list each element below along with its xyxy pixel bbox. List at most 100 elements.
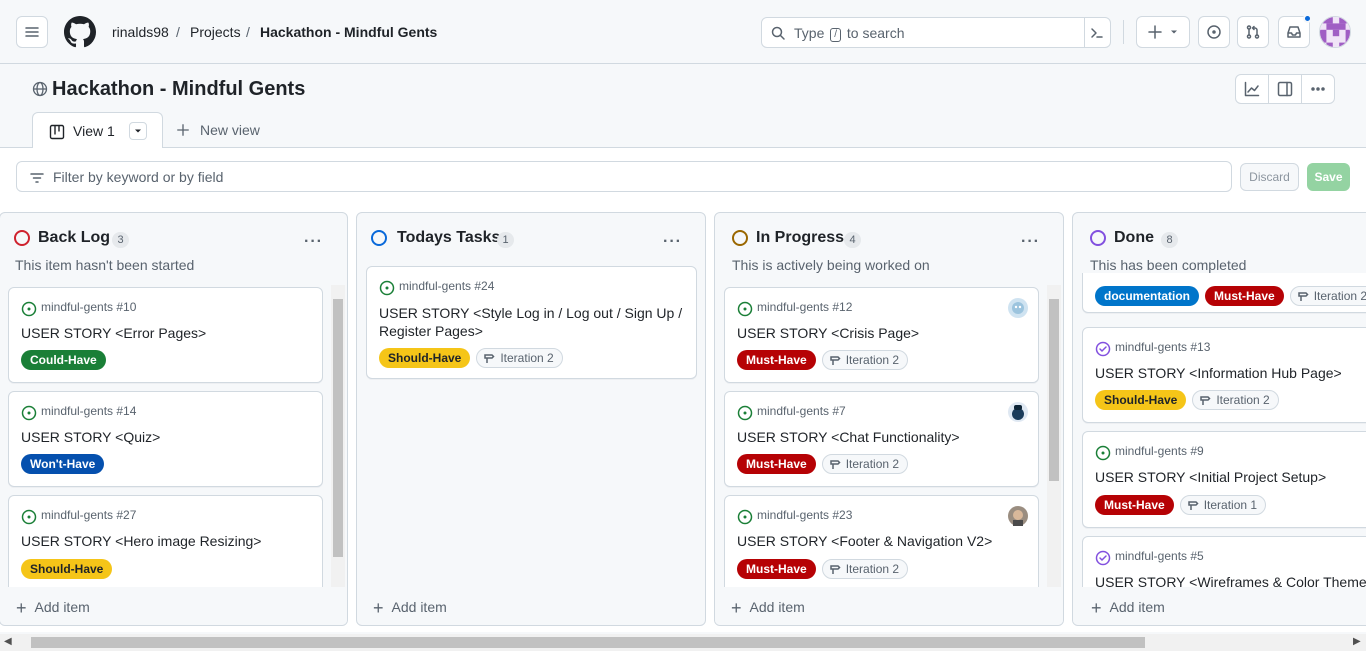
card-title[interactable]: USER STORY <Quiz> [21, 428, 160, 446]
insights-button[interactable] [1235, 74, 1269, 104]
card[interactable]: documentation Must-Have Iteration 2 [1082, 273, 1366, 313]
card[interactable]: mindful-gents #13 USER STORY <Informatio… [1082, 327, 1366, 423]
issues-button[interactable] [1198, 16, 1230, 48]
new-view-button[interactable]: New view [176, 122, 260, 138]
issue-closed-icon [1095, 341, 1111, 357]
column-title: Back Log [38, 229, 111, 246]
save-button[interactable]: Save [1307, 163, 1350, 191]
search-input[interactable]: Type / to search [761, 17, 1111, 48]
issue-opened-icon [379, 280, 395, 296]
iteration-field[interactable]: Iteration 2 [1192, 390, 1279, 410]
card-title[interactable]: USER STORY <Crisis Page> [737, 324, 919, 342]
label-must-have[interactable]: Must-Have [737, 454, 816, 474]
git-pull-request-icon [1246, 25, 1260, 39]
card-ref[interactable]: mindful-gents #27 [41, 508, 136, 522]
search-icon [771, 26, 785, 40]
create-new-button[interactable] [1136, 16, 1190, 48]
card[interactable]: mindful-gents #7 USER STORY <Chat Functi… [724, 391, 1039, 487]
breadcrumb-projects[interactable]: Projects [190, 24, 241, 40]
issue-opened-icon [21, 301, 37, 317]
card-ref[interactable]: mindful-gents #14 [41, 404, 136, 418]
column-menu-icon[interactable]: ··· [663, 233, 682, 251]
card-title[interactable]: USER STORY <Error Pages> [21, 324, 206, 342]
card-title[interactable]: USER STORY <Footer & Navigation V2> [737, 532, 992, 550]
breadcrumb-owner[interactable]: rinalds98 [112, 24, 169, 40]
label-must-have[interactable]: Must-Have [737, 350, 816, 370]
tab-view-1[interactable]: View 1 [32, 112, 163, 149]
menu-button[interactable] [16, 16, 48, 48]
column-menu-icon[interactable]: ··· [1021, 233, 1040, 251]
card[interactable]: mindful-gents #24 USER STORY <Style Log … [366, 266, 697, 379]
column-scrollbar[interactable] [331, 285, 345, 587]
iteration-field[interactable]: Iteration 2 [821, 454, 909, 474]
card-ref[interactable]: mindful-gents #10 [41, 300, 136, 314]
iteration-field[interactable]: Iteration 1 [1179, 495, 1267, 515]
avatar[interactable] [1319, 16, 1351, 48]
scrollbar-thumb[interactable] [31, 637, 1145, 648]
card-ref[interactable]: mindful-gents #5 [1115, 549, 1204, 563]
filter-input[interactable]: Filter by keyword or by field [16, 161, 1232, 192]
horizontal-scrollbar[interactable]: ◀ ▶ [0, 634, 1366, 651]
column-description: This has been completed [1090, 257, 1247, 273]
iteration-field[interactable]: Iteration 2 [821, 350, 909, 370]
assignee-avatar[interactable] [1008, 506, 1028, 526]
assignee-avatar[interactable] [1008, 298, 1028, 318]
column-scrollbar[interactable] [1047, 285, 1061, 587]
command-palette-icon[interactable] [1089, 25, 1105, 41]
card-title-line-1[interactable]: USER STORY <Style Log in / Log out / Sig… [379, 304, 682, 322]
iteration-field[interactable]: Iteration 2 [1289, 286, 1366, 306]
card-ref[interactable]: mindful-gents #13 [1115, 340, 1210, 354]
label-wont-have[interactable]: Won't-Have [21, 454, 105, 474]
pull-requests-button[interactable] [1237, 16, 1269, 48]
issue-opened-icon [1095, 445, 1111, 461]
label-could-have[interactable]: Could-Have [21, 350, 106, 370]
discard-button[interactable]: Discard [1240, 163, 1299, 191]
iterations-icon [829, 565, 841, 574]
column-count: 4 [844, 232, 861, 248]
card-ref[interactable]: mindful-gents #7 [757, 404, 846, 418]
label-must-have[interactable]: Must-Have [737, 559, 816, 579]
breadcrumb-separator: / [176, 24, 180, 40]
column-title: In Progress [756, 229, 845, 246]
add-item-button[interactable]: + Add item [731, 598, 805, 619]
project-menu-button[interactable] [1301, 74, 1335, 104]
label-must-have[interactable]: Must-Have [1205, 286, 1284, 306]
tab-options-button[interactable] [129, 122, 147, 140]
assignee-avatar[interactable] [1008, 402, 1028, 422]
card-title[interactable]: USER STORY <Information Hub Page> [1095, 364, 1342, 382]
card-title[interactable]: USER STORY <Chat Functionality> [737, 428, 960, 446]
label-documentation[interactable]: documentation [1095, 286, 1199, 306]
project-details-button[interactable] [1268, 74, 1302, 104]
column-in-progress: In Progress 4 ··· This is actively being… [714, 212, 1064, 626]
card-title[interactable]: USER STORY <Hero image Resizing> [21, 532, 261, 550]
scroll-right-arrow-icon[interactable]: ▶ [1353, 636, 1361, 647]
iterations-icon [1187, 501, 1199, 510]
card-ref[interactable]: mindful-gents #24 [399, 279, 494, 293]
card-title[interactable]: USER STORY <Initial Project Setup> [1095, 468, 1326, 486]
label-must-have[interactable]: Must-Have [1095, 495, 1174, 515]
add-item-button[interactable]: + Add item [373, 598, 447, 619]
card[interactable]: mindful-gents #14 USER STORY <Quiz> Won'… [8, 391, 323, 487]
card-ref[interactable]: mindful-gents #9 [1115, 444, 1204, 458]
sidebar-expand-icon [1277, 81, 1293, 97]
add-item-button[interactable]: + Add item [1091, 598, 1165, 619]
graph-icon [1244, 81, 1260, 97]
iteration-field[interactable]: Iteration 2 [476, 348, 563, 368]
card-ref[interactable]: mindful-gents #23 [757, 508, 852, 522]
card[interactable]: mindful-gents #10 USER STORY <Error Page… [8, 287, 323, 383]
add-item-button[interactable]: + Add item [16, 598, 90, 619]
scroll-left-arrow-icon[interactable]: ◀ [4, 636, 12, 647]
plus-icon [177, 124, 189, 136]
label-should-have[interactable]: Should-Have [21, 559, 113, 579]
card-title-line-2[interactable]: Register Pages> [379, 322, 483, 340]
breadcrumb-project[interactable]: Hackathon - Mindful Gents [260, 24, 437, 40]
card[interactable]: mindful-gents #12 USER STORY <Crisis Pag… [724, 287, 1039, 383]
column-menu-icon[interactable]: ··· [304, 233, 323, 251]
card-ref[interactable]: mindful-gents #12 [757, 300, 852, 314]
github-logo-icon[interactable] [64, 16, 96, 48]
iteration-field[interactable]: Iteration 2 [821, 559, 909, 579]
search-placeholder: Type / to search [794, 25, 905, 42]
label-should-have[interactable]: Should-Have [379, 348, 471, 368]
card[interactable]: mindful-gents #9 USER STORY <Initial Pro… [1082, 431, 1366, 528]
label-should-have[interactable]: Should-Have [1095, 390, 1187, 410]
